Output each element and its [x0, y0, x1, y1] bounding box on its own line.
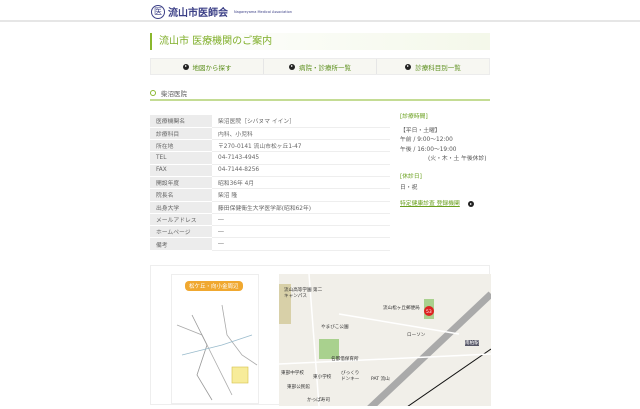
row-label: メールアドレス — [150, 213, 212, 227]
row-value: 柴沼 隆 — [212, 188, 390, 202]
map-label: 流山高等学園 第二キャンパス — [284, 288, 323, 299]
row-label: 出身大学 — [150, 201, 212, 214]
map-label: ローソン — [407, 333, 426, 338]
map-label: 東小学校 — [313, 375, 332, 380]
row-label: FAX — [150, 164, 212, 177]
holiday-label: [休診日] — [400, 173, 422, 180]
logo-subtitle: Nagareyama Medical Association — [234, 9, 292, 14]
hours-label: [診療時間] — [400, 114, 428, 120]
site-logo[interactable]: 医 流山市医師会 Nagareyama Medical Association — [151, 4, 292, 19]
map-label: 東部公民館 — [287, 385, 310, 390]
table-row: 診療科目 内科、小児科 — [150, 127, 390, 141]
hours-days: 【平日・土曜】 — [400, 127, 441, 134]
arrow-circle-icon — [467, 201, 474, 208]
row-label: 院長名 — [150, 188, 212, 202]
arrow-circle-icon — [182, 63, 189, 70]
overview-map[interactable]: 松ケ丘・向小金周辺 — [171, 274, 259, 404]
hours-pm: 午後 / 16:00〜19:00 — [400, 146, 457, 153]
logo-emblem-icon: 医 — [151, 4, 165, 19]
nav-label: 地図から探す — [192, 63, 232, 72]
row-label: 所在地 — [150, 139, 212, 153]
main-nav: 地図から探す 病院・診療所一覧 診療科目別一覧 — [150, 58, 490, 75]
holiday-value: 日・祝 — [400, 185, 418, 191]
row-label: 医療機関名 — [150, 115, 212, 128]
table-row: TEL 04-7143-4945 — [150, 151, 390, 165]
table-row: 院長名 柴沼 隆 — [150, 188, 390, 202]
hours-note: (火・木・土 午後休診) — [428, 156, 487, 162]
row-value: 柴沼医院［シバヌマ イイン］ — [212, 115, 390, 128]
nav-label: 病院・診療所一覧 — [299, 63, 351, 72]
map-label: PAT 流山 — [371, 377, 390, 382]
clinic-details-table: 医療機関名 柴沼医院［シバヌマ イイン］ 診療科目 内科、小児科 所在地 〒270-014… — [150, 115, 390, 251]
row-value: 藤田保健衛生大学医学部(昭和62年) — [212, 201, 390, 214]
map-section: 松ケ丘・向小金周辺 53 流山高等学園 第二キャンパス 流山松ヶ丘郵便局 やまび… — [150, 265, 491, 406]
map-label: びっくりドンキー — [341, 371, 360, 382]
area-tag: 松ケ丘・向小金周辺 — [185, 281, 243, 291]
clinic-heading: 柴沼医院 — [150, 86, 490, 101]
detail-map[interactable]: 53 流山高等学園 第二キャンパス 流山松ヶ丘郵便局 やまびこ公園 ローソン 名… — [279, 274, 491, 406]
table-row: ホームページ ― — [150, 225, 390, 239]
hours-panel: [診療時間] 【平日・土曜】 午前 / 9:00〜12:00 午後 / 16:0… — [400, 113, 490, 209]
table-row: 開設年度 昭和36年 4月 — [150, 176, 390, 190]
table-row: 備考 ― — [150, 237, 390, 251]
nav-department-list[interactable]: 診療科目別一覧 — [377, 59, 489, 74]
map-label: 流山松ヶ丘郵便局 — [383, 306, 420, 311]
row-value: ― — [212, 237, 390, 251]
row-value: 04-7143-4945 — [212, 151, 390, 165]
table-row: 医療機関名 柴沼医院［シバヌマ イイン］ — [150, 115, 390, 128]
ring-bullet-icon — [150, 89, 156, 96]
row-value: 内科、小児科 — [212, 127, 390, 141]
map-label: 名都借保育所 — [331, 357, 359, 362]
clinic-name: 柴沼医院 — [161, 89, 187, 98]
row-label: TEL — [150, 151, 212, 165]
nav-search-by-map[interactable]: 地図から探す — [151, 59, 264, 74]
site-header: 医 流山市医師会 Nagareyama Medical Association — [0, 0, 640, 22]
row-value: 〒270-0141 流山市松ヶ丘1-47 — [212, 139, 390, 153]
hours-am: 午前 / 9:00〜12:00 — [400, 137, 453, 143]
nav-hospital-list[interactable]: 病院・診療所一覧 — [264, 59, 377, 74]
overview-map-roads — [176, 304, 258, 401]
map-label: 南柏駅 — [465, 340, 479, 346]
row-label: 診療科目 — [150, 127, 212, 141]
table-row: 所在地 〒270-0141 流山市松ヶ丘1-47 — [150, 139, 390, 153]
page-title: 流山市 医療機関のご案内 — [150, 33, 490, 50]
checkup-link-label: 特定健康診査 登録機関 — [400, 200, 460, 207]
row-value: ― — [212, 213, 390, 227]
row-value: ― — [212, 225, 390, 239]
checkup-link[interactable]: 特定健康診査 登録機関 — [400, 200, 490, 210]
logo-text: 流山市医師会 — [168, 8, 228, 19]
table-row: 出身大学 藤田保健衛生大学医学部(昭和62年) — [150, 201, 390, 214]
map-label: かっぱ寿司 — [307, 398, 330, 403]
table-row: FAX 04-7144-8256 — [150, 164, 390, 177]
row-value: 昭和36年 4月 — [212, 176, 390, 190]
row-label: ホームページ — [150, 225, 212, 239]
nav-label: 診療科目別一覧 — [415, 63, 461, 72]
table-row: メールアドレス ― — [150, 213, 390, 227]
map-marker: 53 — [426, 309, 432, 315]
map-label: やまびこ公園 — [321, 325, 349, 330]
arrow-circle-icon — [405, 63, 412, 70]
arrow-circle-icon — [289, 63, 295, 70]
row-label: 開設年度 — [150, 176, 212, 190]
row-label: 備考 — [150, 237, 212, 251]
row-value: 04-7144-8256 — [212, 164, 390, 177]
map-label: 東部中学校 — [281, 371, 304, 376]
